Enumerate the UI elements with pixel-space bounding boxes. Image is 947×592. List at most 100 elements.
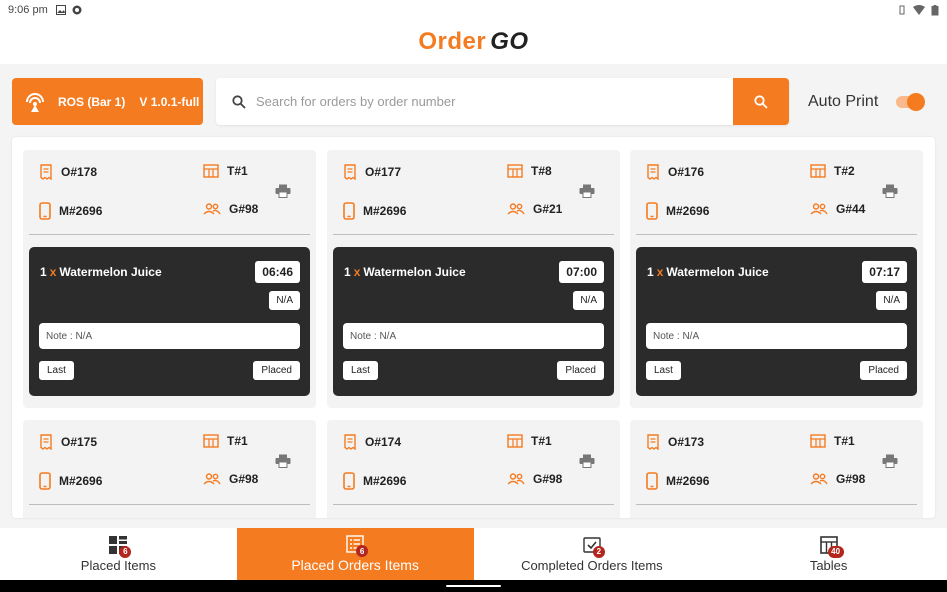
table-number: T#1 xyxy=(531,434,552,448)
bottom-navigation: 6 Placed Items 6 Placed Orders Items 2 C… xyxy=(0,528,947,580)
search-input[interactable] xyxy=(256,78,733,125)
auto-print-label: Auto Print xyxy=(808,92,879,110)
guest-count: G#98 xyxy=(229,472,259,486)
tab-label: Placed Items xyxy=(80,557,156,573)
auto-print-toggle[interactable] xyxy=(896,92,926,111)
table-icon xyxy=(810,434,826,448)
order-card[interactable]: O#174 T#1 M#2696 G#98 xyxy=(327,420,620,518)
last-button[interactable]: Last xyxy=(343,361,378,380)
order-number: O#173 xyxy=(668,435,705,449)
item-elapsed-time: 07:17 xyxy=(862,261,907,283)
item-name: Watermelon Juice xyxy=(666,265,769,279)
order-card[interactable]: O#176 T#2 M#2696 G#44 1 x Watermelon Juice… xyxy=(630,150,923,408)
table-icon xyxy=(203,434,219,448)
table-icon xyxy=(507,434,523,448)
tab-placed-items[interactable]: 6 Placed Items xyxy=(0,528,237,580)
card-divider xyxy=(333,234,614,235)
item-variant: N/A xyxy=(269,291,300,310)
last-button[interactable]: Last xyxy=(39,361,74,380)
mobile-number: M#2696 xyxy=(666,474,710,488)
item-note: Note : N/A xyxy=(39,323,300,349)
mobile-number: M#2696 xyxy=(363,204,407,218)
card-divider xyxy=(29,234,310,235)
guest-count: G#44 xyxy=(836,202,866,216)
table-icon xyxy=(810,164,826,178)
logo-go-text: GO xyxy=(490,28,529,55)
app-version: V 1.0.1-full xyxy=(139,94,200,109)
store-button[interactable]: ROS (Bar 1) V 1.0.1-full xyxy=(12,78,203,125)
item-elapsed-time: 06:46 xyxy=(255,261,300,283)
item-elapsed-time: 07:00 xyxy=(559,261,604,283)
receipt-icon xyxy=(40,434,52,450)
order-item[interactable]: 1 x Watermelon Juice 06:46 N/A Note : N/A … xyxy=(29,247,310,396)
table-number: T#2 xyxy=(834,164,855,178)
tab-completed-orders-items[interactable]: 2 Completed Orders Items xyxy=(474,528,711,580)
guests-icon xyxy=(810,473,828,485)
order-item[interactable]: 1 x Watermelon Juice 07:17 N/A Note : N/A … xyxy=(636,247,917,396)
orders-board: O#178 T#1 M#2696 G#98 1 x Watermelon Juice… xyxy=(12,137,935,518)
toolbar: ROS (Bar 1) V 1.0.1-full Auto Print xyxy=(12,78,936,126)
system-nav-bar xyxy=(0,580,947,592)
table-number: T#8 xyxy=(531,164,552,178)
item-quantity: 1 xyxy=(647,265,654,279)
order-card[interactable]: O#178 T#1 M#2696 G#98 1 x Watermelon Juice… xyxy=(23,150,316,408)
guest-count: G#21 xyxy=(533,202,563,216)
item-name: Watermelon Juice xyxy=(363,265,466,279)
item-name: Watermelon Juice xyxy=(59,265,162,279)
status-button[interactable]: Placed xyxy=(557,361,604,380)
tab-placed-orders-items[interactable]: 6 Placed Orders Items xyxy=(236,528,474,580)
print-icon[interactable] xyxy=(882,184,898,198)
mobile-icon xyxy=(646,202,658,220)
order-card[interactable]: O#175 T#1 M#2696 G#98 xyxy=(23,420,316,518)
item-name-line: 1 x Watermelon Juice xyxy=(344,265,466,279)
last-button[interactable]: Last xyxy=(646,361,681,380)
status-time: 9:06 pm xyxy=(8,4,48,16)
order-card[interactable]: O#173 T#1 M#2696 G#98 xyxy=(630,420,923,518)
order-number: O#175 xyxy=(61,435,98,449)
search-icon xyxy=(232,94,246,109)
battery-icon xyxy=(931,4,939,15)
search-button[interactable] xyxy=(733,78,789,125)
mobile-number: M#2696 xyxy=(666,204,710,218)
guest-count: G#98 xyxy=(229,202,259,216)
print-icon[interactable] xyxy=(275,184,291,198)
table-icon xyxy=(507,164,523,178)
print-icon[interactable] xyxy=(882,454,898,468)
mobile-icon xyxy=(646,472,658,490)
guest-count: G#98 xyxy=(533,472,563,486)
order-number: O#174 xyxy=(365,435,402,449)
guests-icon xyxy=(203,203,221,215)
store-name: ROS (Bar 1) xyxy=(58,94,126,109)
mobile-number: M#2696 xyxy=(59,204,103,218)
logo-order-text: Order xyxy=(418,28,487,55)
mobile-icon xyxy=(343,202,355,220)
guests-icon xyxy=(203,473,221,485)
print-icon[interactable] xyxy=(579,454,595,468)
tab-label: Completed Orders Items xyxy=(521,557,663,573)
order-card[interactable]: O#177 T#8 M#2696 G#21 1 x Watermelon Juice… xyxy=(327,150,620,408)
table-number: T#1 xyxy=(227,164,248,178)
order-item[interactable]: 1 x Watermelon Juice 07:00 N/A Note : N/A … xyxy=(333,247,614,396)
home-gesture-handle[interactable] xyxy=(446,585,501,587)
tab-badge: 40 xyxy=(827,545,844,558)
tab-label: Tables xyxy=(809,557,848,573)
receipt-icon xyxy=(40,164,52,180)
order-number: O#176 xyxy=(668,165,705,179)
table-icon xyxy=(203,164,219,178)
image-icon xyxy=(55,5,66,15)
tab-tables[interactable]: 40 Tables xyxy=(710,528,947,580)
item-multiplier: x xyxy=(656,265,664,279)
tab-badge: 2 xyxy=(592,545,605,558)
guests-icon xyxy=(507,203,525,215)
tab-badge: 6 xyxy=(356,545,369,557)
table-number: T#1 xyxy=(227,434,248,448)
table-number: T#1 xyxy=(834,434,855,448)
print-icon[interactable] xyxy=(275,454,291,468)
broadcast-icon xyxy=(26,92,44,112)
print-icon[interactable] xyxy=(579,184,595,198)
tab-label: Placed Orders Items xyxy=(291,557,419,573)
auto-print-control: Auto Print xyxy=(808,78,926,125)
status-button[interactable]: Placed xyxy=(860,361,907,380)
card-divider xyxy=(333,504,614,505)
status-button[interactable]: Placed xyxy=(253,361,300,380)
